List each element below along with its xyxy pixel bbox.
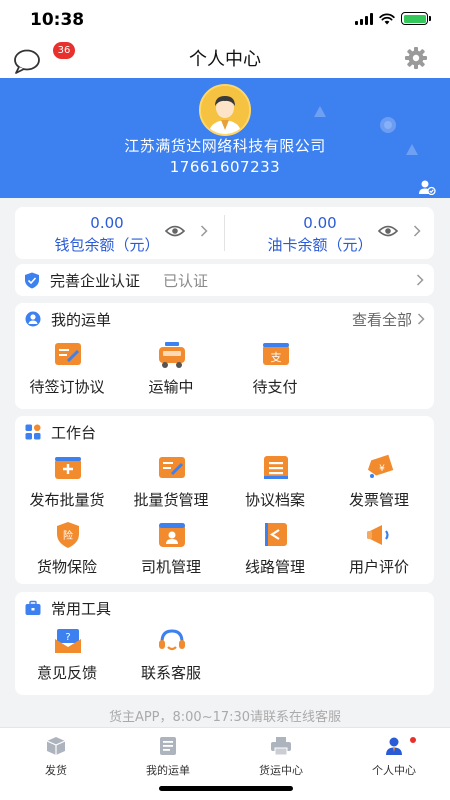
route-flag-icon	[265, 523, 287, 546]
publish-cargo-icon	[55, 457, 81, 479]
section-title: 常用工具	[51, 600, 112, 618]
chevron-right-icon	[416, 274, 424, 286]
nav-bar: 36 个人中心	[0, 40, 450, 78]
grid-item-in-transit[interactable]: 运输中	[119, 341, 223, 399]
box-icon	[46, 737, 66, 755]
wifi-icon	[379, 12, 395, 24]
feedback-icon: ?	[55, 629, 81, 653]
certification-title: 完善企业认证	[50, 272, 141, 290]
headset-icon	[159, 629, 185, 651]
wallet-balance-label: 钱包余额（元）	[54, 236, 160, 254]
tab-freight-center[interactable]: 货运中心	[225, 728, 337, 784]
shield-check-icon	[25, 272, 39, 289]
section-header: 我的运单 查看全部	[15, 303, 434, 333]
chevron-right-icon	[200, 225, 208, 237]
user-icon	[386, 737, 402, 755]
user-circle-icon	[25, 311, 41, 327]
grid-item-customer-service[interactable]: 联系客服	[119, 627, 223, 685]
section-title: 工作台	[51, 424, 97, 442]
fuel-card-balance[interactable]: 0.00 油卡余额（元）	[225, 207, 434, 259]
insurance-icon: 险	[57, 522, 79, 548]
fuel-card-balance-value: 0.00	[303, 214, 337, 232]
company-name: 江苏满货达网络科技有限公司	[124, 137, 326, 155]
svg-text:支: 支	[271, 351, 282, 364]
driver-icon	[159, 523, 185, 547]
status-time: 10:38	[30, 10, 85, 30]
status-bar: 10:38	[0, 0, 450, 40]
grid-item-driver-management[interactable]: 司机管理	[119, 521, 223, 579]
page-title: 个人中心	[189, 49, 261, 70]
payment-icon: 支	[263, 343, 289, 365]
notification-dot	[410, 737, 416, 743]
cargo-manage-icon	[159, 457, 185, 478]
grid-item-cargo-insurance[interactable]: 险 货物保险	[15, 521, 119, 579]
toolbox-icon	[25, 600, 41, 615]
grid-apps-icon	[25, 424, 41, 440]
grid-item-cargo-management[interactable]: 批量货管理	[119, 454, 223, 512]
gear-icon	[405, 47, 427, 69]
battery-icon	[401, 12, 431, 25]
switch-account-icon[interactable]	[418, 179, 436, 195]
service-hours-note: 货主APP，8:00~17:30请联系在线客服	[108, 710, 342, 725]
section-header: 工作台	[15, 416, 434, 446]
my-waybills-card: 我的运单 查看全部 待签订协议 运输中 支 待支付	[15, 303, 434, 409]
enterprise-certification-row[interactable]: 完善企业认证 已认证	[15, 264, 434, 296]
common-tools-card: 常用工具 ? 意见反馈 联系客服	[15, 592, 434, 695]
contract-sign-icon	[55, 343, 81, 365]
printer-icon	[271, 737, 291, 756]
tab-personal-center[interactable]: 个人中心	[338, 728, 450, 784]
svg-text:?: ?	[65, 632, 70, 643]
waybill-icon	[160, 737, 176, 755]
eye-icon[interactable]	[165, 224, 185, 238]
grid-item-feedback[interactable]: ? 意见反馈	[15, 627, 119, 685]
workbench-card: 工作台 发布批量货 批量货管理 协议档案 ¥ 发票管理 险 货物保险 司机管理 …	[15, 416, 434, 584]
eye-icon[interactable]	[378, 224, 398, 238]
home-indicator	[159, 786, 293, 791]
grid-item-user-reviews[interactable]: 用户评价	[327, 521, 431, 579]
agreement-archive-icon	[264, 456, 288, 479]
fuel-card-balance-label: 油卡余额（元）	[267, 236, 373, 254]
cellular-signal-icon	[355, 12, 373, 25]
decorative-sail-icon	[314, 106, 326, 117]
tab-my-waybills[interactable]: 我的运单	[112, 728, 224, 784]
avatar[interactable]	[199, 84, 251, 136]
megaphone-icon	[367, 525, 389, 545]
grid-item-pending-agreement[interactable]: 待签订协议	[15, 341, 119, 399]
grid-item-route-management[interactable]: 线路管理	[223, 521, 327, 579]
invoice-icon: ¥	[367, 454, 394, 478]
grid-item-publish-cargo[interactable]: 发布批量货	[15, 454, 119, 512]
profile-header: 江苏满货达网络科技有限公司 17661607233	[0, 78, 450, 198]
section-header: 常用工具	[15, 592, 434, 622]
phone-number: 17661607233	[169, 158, 281, 176]
balance-card: 0.00 钱包余额（元） 0.00 油卡余额（元）	[15, 207, 434, 259]
decorative-circle-icon	[380, 117, 396, 133]
chevron-right-icon	[413, 225, 421, 237]
certification-status: 已认证	[163, 272, 209, 290]
settings-button[interactable]	[404, 46, 430, 72]
svg-text:险: 险	[63, 529, 73, 542]
section-title: 我的运单	[51, 311, 112, 329]
chevron-right-icon	[417, 313, 425, 325]
grid-item-pending-payment[interactable]: 支 待支付	[223, 341, 327, 399]
svg-text:¥: ¥	[379, 464, 385, 474]
view-all-link[interactable]: 查看全部	[352, 309, 412, 330]
wallet-balance-value: 0.00	[90, 214, 124, 232]
grid-item-invoice-management[interactable]: ¥ 发票管理	[327, 454, 431, 512]
tab-ship[interactable]: 发货	[0, 728, 112, 784]
grid-item-agreement-archive[interactable]: 协议档案	[223, 454, 327, 512]
wallet-balance[interactable]: 0.00 钱包余额（元）	[15, 207, 224, 259]
truck-icon	[159, 342, 185, 368]
status-icons	[355, 12, 431, 25]
